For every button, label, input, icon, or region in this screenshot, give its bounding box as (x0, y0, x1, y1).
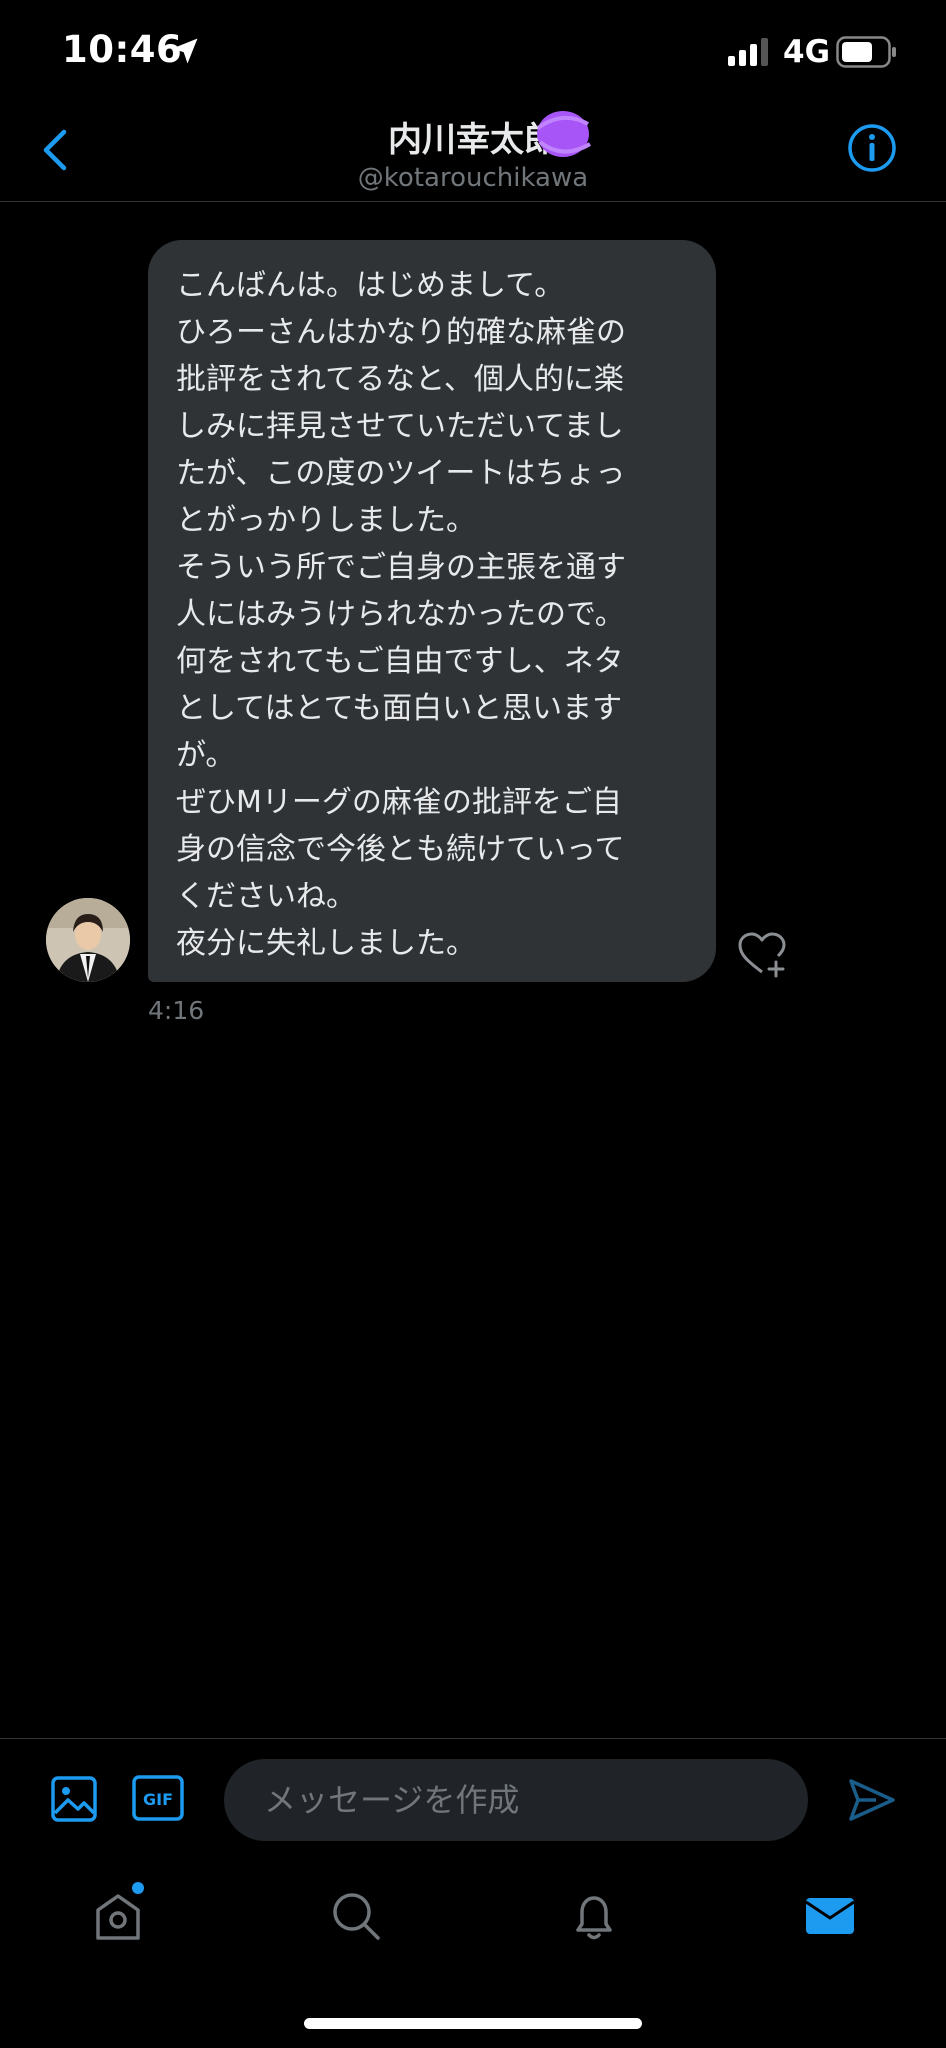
message-text-line: 何をされてもご自由ですし、ネタ (176, 644, 624, 679)
home-notification-dot (132, 1882, 144, 1894)
dm-screen: 10:46 4G 内川幸太郎 @kotarouchikawa こんばんは。はじめ… (0, 0, 946, 2048)
message-text-line: くださいね。 (176, 879, 356, 914)
message-text-line: とがっかりしました。 (176, 503, 476, 538)
message-text-line: こんばんは。はじめまして。 (176, 268, 565, 303)
message-text-line: 身の信念で今後とも続けていって (176, 832, 625, 867)
message-text-line: としてはとても面白いと思います (176, 691, 623, 726)
avatar[interactable] (46, 898, 130, 982)
message-timestamp: 4:16 (148, 996, 205, 1025)
message-text-line: が。 (176, 738, 236, 773)
home-icon[interactable] (90, 1888, 146, 1944)
send-icon[interactable] (848, 1777, 896, 1823)
svg-text:GIF: GIF (143, 1790, 173, 1809)
message-bubble[interactable]: こんばんは。はじめまして。ひろーさんはかなり的確な麻雀の 批評をされてるなと、個人… (148, 240, 716, 982)
message-text-line: ぜひMリーグの麻雀の批評をご自 (176, 785, 622, 820)
bell-icon[interactable] (566, 1888, 622, 1944)
bottom-tab-bar (0, 1860, 946, 1970)
heart-plus-icon[interactable] (736, 930, 788, 978)
header-title-group[interactable]: 内川幸太郎 @kotarouchikawa (0, 112, 946, 193)
message-text-line: そういう所でご自身の主張を通す (176, 550, 626, 585)
home-indicator[interactable] (304, 2018, 642, 2029)
signal-icon (728, 38, 768, 66)
message-composer: GIF (0, 1738, 946, 1860)
image-icon[interactable] (50, 1775, 98, 1823)
message-text-line: 批評をされてるなと、個人的に楽 (176, 362, 624, 397)
gif-icon[interactable]: GIF (132, 1775, 184, 1821)
message-input[interactable] (224, 1759, 808, 1841)
location-arrow-icon (172, 38, 198, 64)
message-text-line: ひろーさんはかなり的確な麻雀の (176, 315, 626, 350)
network-label: 4G (783, 34, 831, 70)
mail-icon[interactable] (802, 1888, 858, 1944)
status-bar: 10:46 4G (0, 0, 946, 100)
search-icon[interactable] (328, 1888, 384, 1944)
message-text-line: 人にはみうけられなかったので。 (176, 597, 625, 632)
message-text-line: たが、この度のツイートはちょっ (176, 456, 626, 491)
battery-icon (836, 36, 896, 68)
user-handle: @kotarouchikawa (357, 163, 589, 193)
purple-scribble-sticker (536, 111, 592, 157)
status-time: 10:46 (62, 28, 183, 71)
conversation-header: 内川幸太郎 @kotarouchikawa (0, 100, 946, 202)
avatar-photo (46, 898, 130, 982)
info-icon[interactable] (846, 122, 898, 174)
message-text-line: しみに拝見させていただいてまし (176, 409, 624, 444)
message-text-line: 夜分に失礼しました。 (176, 926, 476, 961)
